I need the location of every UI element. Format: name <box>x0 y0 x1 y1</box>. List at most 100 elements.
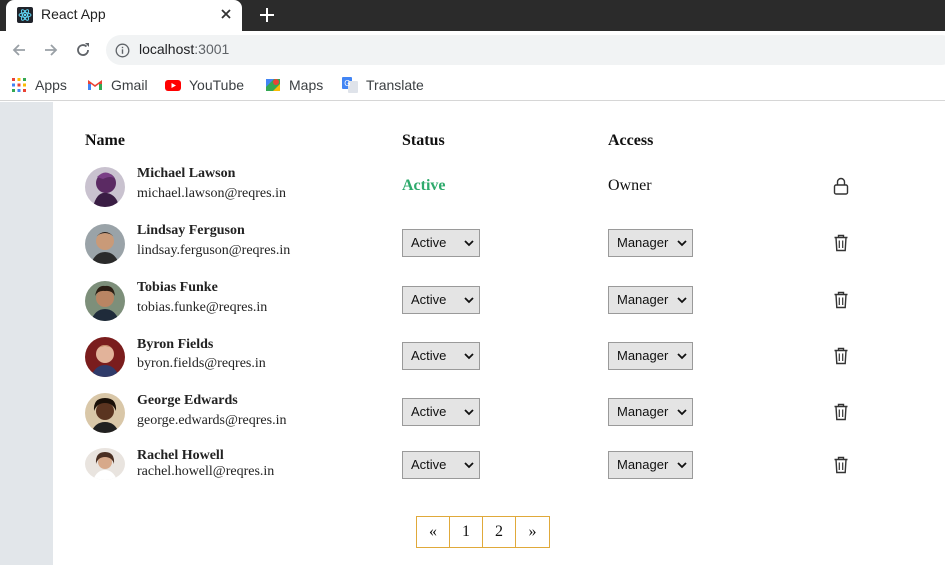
status-select[interactable]: Active <box>402 342 480 370</box>
lock-icon <box>833 177 849 195</box>
status-select[interactable]: Active <box>402 229 480 257</box>
pagination-next-button[interactable]: » <box>516 517 549 547</box>
pagination-prev-button[interactable]: « <box>417 517 450 547</box>
avatar <box>85 224 125 264</box>
status-select[interactable]: Active <box>402 451 480 479</box>
maps-icon <box>266 79 280 91</box>
table-row: Michael Lawson michael.lawson@reqres.in … <box>53 162 945 212</box>
bookmark-label: Translate <box>366 77 424 93</box>
user-email: tobias.funke@reqres.in <box>137 300 268 315</box>
header-status: Status <box>402 132 445 149</box>
svg-text:G: G <box>344 79 350 88</box>
access-select[interactable]: Manager <box>608 451 693 479</box>
bookmark-label: Maps <box>289 77 324 93</box>
trash-icon[interactable] <box>833 291 849 309</box>
trash-icon[interactable] <box>833 234 849 252</box>
tab-title: React App <box>41 6 106 22</box>
header-name: Name <box>85 132 125 149</box>
table-row: George Edwards george.edwards@reqres.in … <box>53 389 945 439</box>
user-email: lindsay.ferguson@reqres.in <box>137 243 291 258</box>
access-select[interactable]: Manager <box>608 229 693 257</box>
trash-icon[interactable] <box>833 403 849 421</box>
chevron-down-icon <box>677 409 687 416</box>
trash-icon[interactable] <box>833 347 849 365</box>
access-select[interactable]: Manager <box>608 286 693 314</box>
status-text: Active <box>402 177 446 194</box>
chevron-down-icon <box>677 240 687 247</box>
user-name: George Edwards <box>137 393 238 408</box>
reload-icon[interactable] <box>74 41 92 59</box>
access-select-value: Manager <box>617 292 669 307</box>
user-name: Byron Fields <box>137 337 214 352</box>
bookmark-translate[interactable]: G Translate <box>342 75 424 95</box>
gmail-icon <box>88 80 102 90</box>
bookmarks-bar: Apps Gmail YouTube Maps G Translate <box>0 69 945 101</box>
url-text: localhost:3001 <box>139 41 229 57</box>
user-name: Rachel Howell <box>137 448 224 463</box>
forward-arrow-icon[interactable] <box>42 41 60 59</box>
chevron-down-icon <box>464 297 474 304</box>
table-row: Tobias Funke tobias.funke@reqres.in Acti… <box>53 276 945 326</box>
status-select-value: Active <box>411 404 447 419</box>
pagination-page-2[interactable]: 2 <box>483 517 516 547</box>
user-name: Lindsay Ferguson <box>137 223 245 238</box>
browser-toolbar: localhost:3001 <box>0 31 945 69</box>
bookmark-maps[interactable]: Maps <box>265 75 323 95</box>
status-select[interactable]: Active <box>402 286 480 314</box>
translate-icon: G <box>342 77 358 93</box>
avatar <box>85 448 125 480</box>
new-tab-plus-icon[interactable] <box>258 6 276 24</box>
trash-icon[interactable] <box>833 456 849 474</box>
users-table: Name Status Access Michael Lawson michae… <box>53 102 945 565</box>
table-row: Rachel Howell rachel.howell@reqres.in Ac… <box>53 444 945 494</box>
apps-grid-icon <box>12 78 26 92</box>
status-select-value: Active <box>411 235 447 250</box>
address-bar[interactable]: localhost:3001 <box>106 35 945 65</box>
access-select[interactable]: Manager <box>608 398 693 426</box>
access-text: Owner <box>608 177 652 194</box>
bookmark-label: Gmail <box>111 77 148 93</box>
chevron-down-icon <box>677 462 687 469</box>
chevron-down-icon <box>677 297 687 304</box>
close-icon[interactable] <box>218 6 234 22</box>
user-email: rachel.howell@reqres.in <box>137 464 275 479</box>
chevron-down-icon <box>677 353 687 360</box>
status-select[interactable]: Active <box>402 398 480 426</box>
bookmark-youtube[interactable]: YouTube <box>165 75 244 95</box>
info-icon[interactable] <box>115 43 130 58</box>
access-select-value: Manager <box>617 404 669 419</box>
table-row: Lindsay Ferguson lindsay.ferguson@reqres… <box>53 219 945 269</box>
url-host: localhost <box>139 41 195 57</box>
bookmark-label: YouTube <box>189 77 245 93</box>
url-port: :3001 <box>194 41 230 57</box>
status-select-value: Active <box>411 292 447 307</box>
avatar <box>85 393 125 433</box>
chevron-down-icon <box>464 462 474 469</box>
bookmark-gmail[interactable]: Gmail <box>87 75 148 95</box>
user-name: Tobias Funke <box>137 280 218 295</box>
youtube-icon <box>165 80 181 91</box>
pagination: « 1 2 » <box>416 516 550 548</box>
user-name: Michael Lawson <box>137 166 236 181</box>
access-select-value: Manager <box>617 348 669 363</box>
chevron-down-icon <box>464 353 474 360</box>
avatar <box>85 337 125 377</box>
pagination-page-1[interactable]: 1 <box>450 517 483 547</box>
browser-tab[interactable]: React App <box>6 0 242 31</box>
avatar <box>85 167 125 207</box>
bookmark-apps[interactable]: Apps <box>11 75 67 95</box>
access-select[interactable]: Manager <box>608 342 693 370</box>
bookmark-label: Apps <box>35 77 67 93</box>
sidebar <box>0 102 53 565</box>
tab-strip: React App <box>0 0 945 31</box>
user-email: byron.fields@reqres.in <box>137 356 266 371</box>
access-select-value: Manager <box>617 235 669 250</box>
avatar <box>85 281 125 321</box>
user-email: michael.lawson@reqres.in <box>137 186 286 201</box>
back-arrow-icon[interactable] <box>10 41 28 59</box>
table-row: Byron Fields byron.fields@reqres.in Acti… <box>53 333 945 383</box>
status-select-value: Active <box>411 457 447 472</box>
chevron-down-icon <box>464 409 474 416</box>
access-select-value: Manager <box>617 457 669 472</box>
react-logo-icon <box>17 7 33 23</box>
